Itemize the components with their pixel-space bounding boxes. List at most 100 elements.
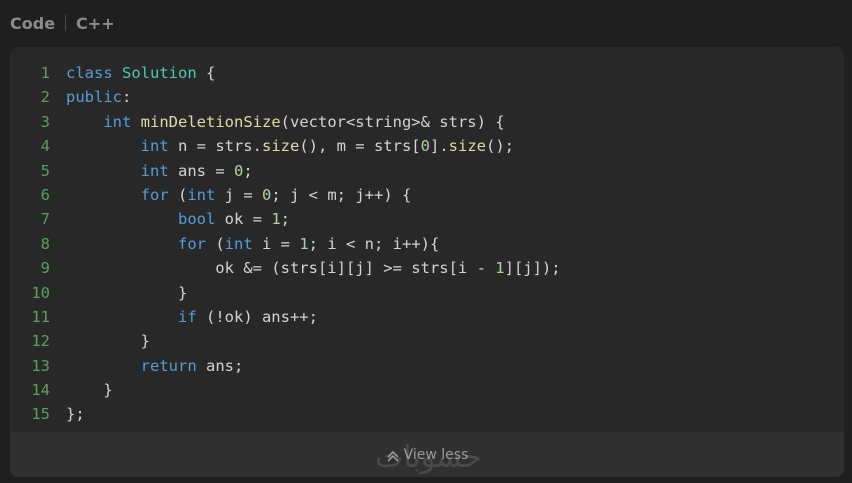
- code-text: return ans;: [66, 354, 244, 378]
- code-token: if: [177, 307, 197, 326]
- line-number: 14: [31, 381, 50, 400]
- view-less-button[interactable]: View less: [10, 432, 844, 477]
- code-line: 4 int n = strs.size(), m = strs[0].size(…: [10, 134, 844, 158]
- code-token: int: [224, 234, 253, 253]
- code-token: int: [187, 185, 216, 204]
- code-token: public: [66, 88, 122, 107]
- code-text: int ans = 0;: [66, 159, 253, 183]
- code-text: bool ok = 1;: [66, 207, 290, 231]
- code-token: (: [205, 234, 225, 253]
- code-text: };: [66, 402, 85, 426]
- code-token: int: [103, 112, 132, 131]
- code-token: 0: [233, 161, 244, 180]
- code-line: 10 }: [10, 281, 844, 305]
- code-token: 1: [299, 234, 309, 253]
- code-token: ].: [429, 137, 449, 156]
- code-token: :: [122, 88, 132, 107]
- code-token: ][j]);: [504, 259, 561, 278]
- code-token: (!ok) ans++;: [196, 307, 318, 326]
- code-token: size: [448, 137, 486, 156]
- code-text: int minDeletionSize(vector<string>& strs…: [66, 110, 504, 134]
- line-number: 9: [40, 259, 50, 278]
- code-line: 12 }: [10, 329, 844, 353]
- line-number: 5: [40, 161, 50, 180]
- tab-divider: [65, 15, 67, 31]
- code-panel: 1 class Solution {2 public: 3 int minDeleti…: [10, 47, 844, 477]
- code-text: }: [66, 281, 187, 305]
- code-token: }: [66, 332, 150, 351]
- code-line: 11 if (!ok) ans++;: [10, 305, 844, 329]
- code-token: minDeletionSize: [140, 112, 281, 131]
- code-token: ; i < n; i++){: [308, 234, 440, 253]
- code-token: n = strs.: [168, 137, 262, 156]
- code-text: int n = strs.size(), m = strs[0].size();: [66, 134, 514, 158]
- line-number: 3: [40, 112, 50, 131]
- code-line: 14 }: [10, 378, 844, 402]
- code-token: j =: [215, 185, 262, 204]
- code-token: ok &= (strs[i][j] >= strs[i -: [66, 259, 496, 278]
- code-token: class: [66, 64, 122, 82]
- code-text: }: [66, 329, 150, 353]
- code-line: 6 for (int j = 0; j < m; j++) {: [10, 183, 844, 207]
- line-number: 13: [31, 356, 50, 375]
- line-number: 4: [40, 137, 50, 156]
- line-number: 6: [40, 185, 50, 204]
- code-token: (), m = strs[: [299, 137, 421, 156]
- line-number: 11: [31, 307, 50, 326]
- code-token: 0: [420, 137, 430, 156]
- code-token: for: [140, 185, 169, 204]
- code-token: ans;: [196, 356, 244, 375]
- code-token: int: [140, 137, 169, 156]
- code-token: i =: [252, 234, 300, 253]
- code-token: ; j < m; j++) {: [271, 185, 412, 204]
- chevron-up-icon: [387, 450, 399, 462]
- code-token: }: [66, 381, 113, 400]
- tab-cpp[interactable]: C++: [76, 14, 115, 33]
- code-text: }: [66, 378, 113, 402]
- line-number: 8: [40, 234, 50, 253]
- line-number: 2: [40, 88, 50, 107]
- code-token: ;: [280, 210, 290, 229]
- line-number: 15: [31, 405, 50, 424]
- code-token: };: [66, 405, 85, 424]
- code-token: Solution: [122, 64, 197, 82]
- code-text: ok &= (strs[i][j] >= strs[i - 1][j]);: [66, 256, 561, 280]
- code-line: 9 ok &= (strs[i][j] >= strs[i - 1][j]);: [10, 256, 844, 280]
- code-line: 2 public:: [10, 85, 844, 109]
- line-number: 1: [40, 64, 50, 82]
- view-less-label: View less: [403, 446, 469, 463]
- code-block: 1 class Solution {2 public: 3 int minDeleti…: [10, 61, 844, 427]
- code-token: ok =: [215, 210, 272, 229]
- code-token: int: [140, 161, 169, 180]
- code-token: ();: [485, 137, 514, 156]
- language-tabs: Code C++: [0, 0, 852, 46]
- code-text: for (int j = 0; j < m; j++) {: [66, 183, 412, 207]
- code-line: 1 class Solution {: [10, 61, 844, 85]
- code-line: 15};: [10, 402, 844, 426]
- code-token: }: [66, 283, 188, 302]
- line-number: 7: [40, 210, 50, 229]
- code-line: 7 bool ok = 1;: [10, 207, 844, 231]
- code-token: size: [261, 137, 300, 156]
- code-line: 13 return ans;: [10, 354, 844, 378]
- code-text: for (int i = 1; i < n; i++){: [66, 232, 439, 256]
- tab-code[interactable]: Code: [10, 14, 55, 33]
- code-token: for: [177, 234, 206, 253]
- code-line: 8 for (int i = 1; i < n; i++){: [10, 232, 844, 256]
- code-line: 3 int minDeletionSize(vector<string>& st…: [10, 110, 844, 134]
- code-token: (: [168, 185, 188, 204]
- code-token: ans =: [168, 161, 234, 180]
- code-line: 5 int ans = 0;: [10, 159, 844, 183]
- code-text: public:: [66, 85, 131, 109]
- code-text: if (!ok) ans++;: [66, 305, 318, 329]
- code-text: class Solution {: [66, 61, 215, 85]
- code-token: 1: [271, 210, 281, 229]
